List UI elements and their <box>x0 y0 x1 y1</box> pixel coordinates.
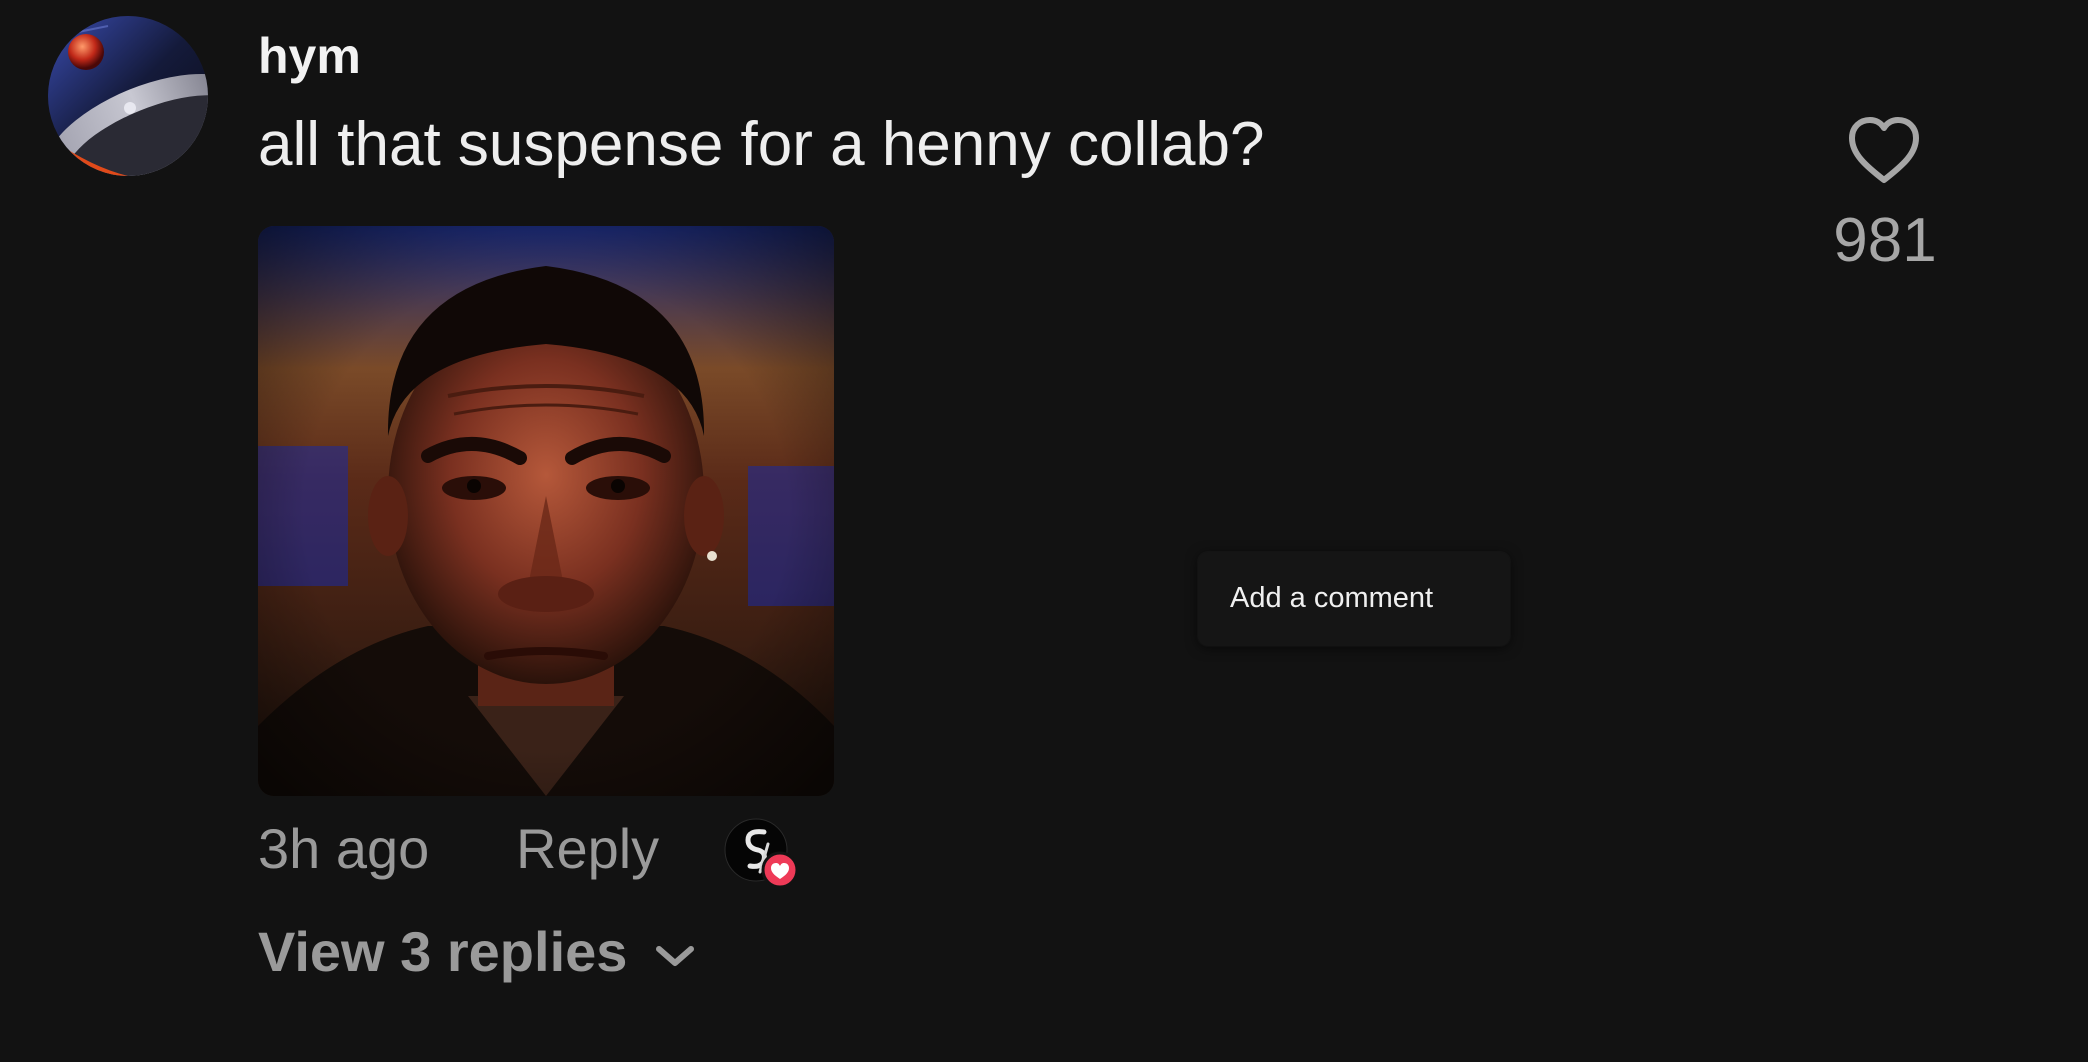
creator-avatar-icon <box>724 818 799 889</box>
user-avatar[interactable] <box>48 16 208 176</box>
comment-body: all that suspense for a henny collab? <box>258 110 1265 179</box>
like-button[interactable] <box>1846 114 1922 190</box>
portrait-photo <box>258 226 834 796</box>
like-count: 981 <box>1833 206 1937 275</box>
avatar-image <box>48 16 208 176</box>
reply-button[interactable]: Reply <box>516 814 659 884</box>
comment-username[interactable]: hym <box>258 26 361 86</box>
comment-attachment-image[interactable] <box>258 226 834 796</box>
heart-outline-icon <box>1849 117 1919 183</box>
comment-view: hym all that suspense for a henny collab… <box>0 0 2088 1062</box>
view-replies-button[interactable]: View 3 replies <box>258 918 697 986</box>
creator-liked-badge <box>724 818 804 892</box>
chevron-down-icon <box>656 946 695 966</box>
comment-timestamp: 3h ago <box>258 817 430 880</box>
add-comment-box[interactable]: Add a comment <box>1198 552 1510 646</box>
add-comment-label: Add a comment <box>1230 582 1434 614</box>
view-replies-label: View 3 replies <box>258 920 628 983</box>
